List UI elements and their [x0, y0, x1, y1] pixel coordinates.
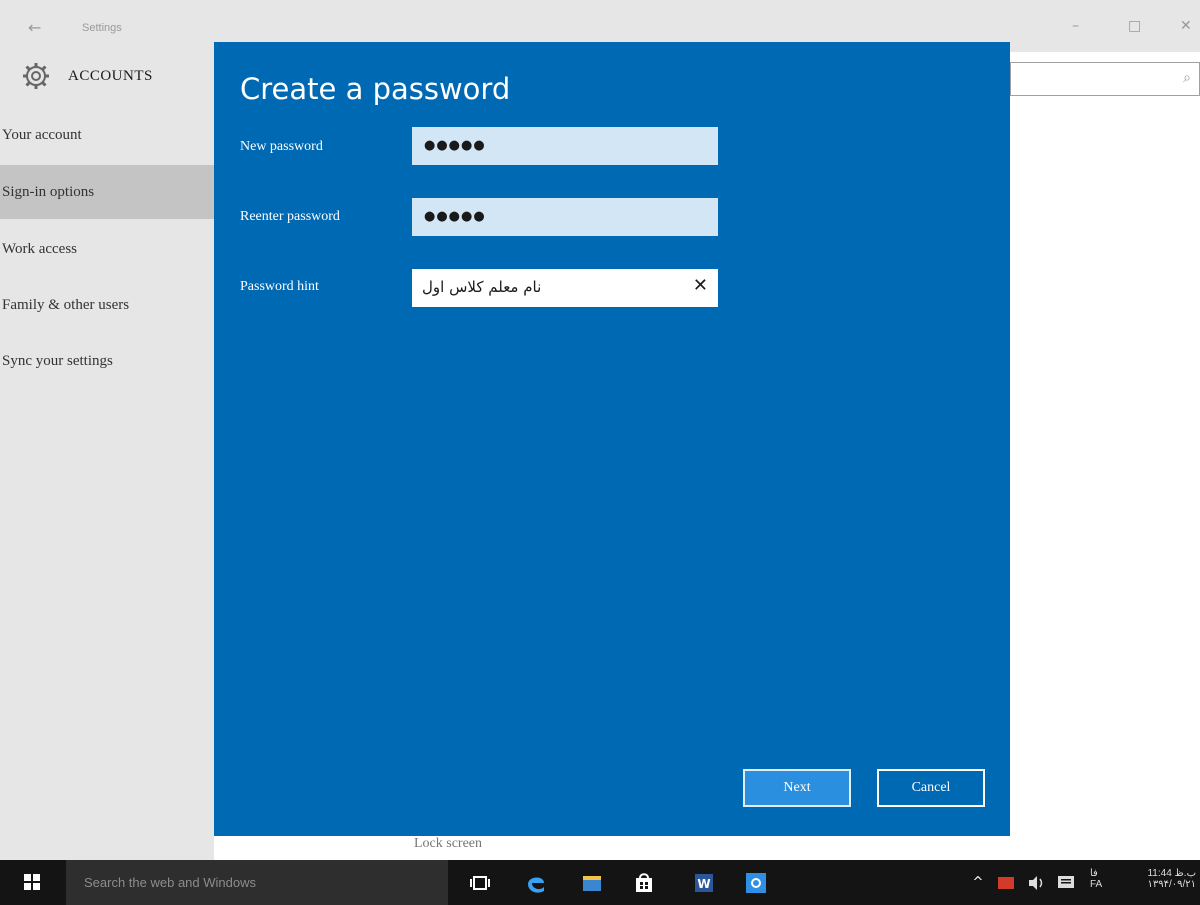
taskbar: Search the web and Windows W ^ فا FA 11:…: [0, 860, 1200, 905]
password-hint-field[interactable]: نام معلم کلاس اول ✕: [412, 269, 718, 307]
lock-screen-label: Lock screen: [414, 836, 483, 851]
new-password-label: New password: [240, 139, 323, 154]
file-explorer-icon[interactable]: [580, 871, 604, 895]
clear-icon[interactable]: ✕: [693, 275, 708, 296]
taskbar-search-placeholder: Search the web and Windows: [84, 875, 256, 890]
sidebar-item-your-account[interactable]: Your account: [0, 108, 214, 162]
sidebar-item-sign-in-options[interactable]: Sign-in options: [0, 165, 214, 219]
password-hint-value: نام معلم کلاس اول: [422, 278, 542, 296]
maximize-button[interactable]: □: [1128, 18, 1141, 34]
svg-text:W: W: [697, 877, 710, 891]
store-icon[interactable]: [632, 871, 656, 895]
search-icon: ⌕: [1183, 70, 1191, 86]
action-center-icon[interactable]: [1054, 871, 1078, 895]
reenter-password-label: Reenter password: [240, 209, 340, 224]
language-indicator[interactable]: فا FA: [1090, 868, 1102, 890]
window-title: Settings: [82, 22, 122, 34]
sidebar-header: ACCOUNTS: [0, 52, 214, 106]
gear-icon: [23, 63, 49, 89]
password-hint-label: Password hint: [240, 279, 319, 294]
windows-start-icon[interactable]: [24, 874, 40, 890]
edge-browser-icon[interactable]: [524, 871, 548, 895]
settings-search-input[interactable]: ⌕: [1010, 62, 1200, 96]
next-button[interactable]: Next: [743, 769, 851, 807]
chevron-up-icon[interactable]: ^: [966, 871, 990, 895]
clock[interactable]: 11:44 ب.ظ ۱۳۹۴/۰۹/۲۱: [1130, 868, 1196, 890]
app-tray-icon[interactable]: [994, 871, 1018, 895]
settings-app-icon[interactable]: [744, 871, 768, 895]
sidebar-item-work-access[interactable]: Work access: [0, 222, 214, 276]
volume-icon[interactable]: [1024, 871, 1048, 895]
minimize-button[interactable]: –: [1072, 18, 1079, 34]
reenter-password-value: ●●●●●: [424, 209, 486, 224]
create-password-dialog: Create a password New password ●●●●● Ree…: [214, 42, 1010, 836]
language-indicator-top: فا: [1090, 868, 1098, 879]
back-button[interactable]: ←: [28, 18, 41, 37]
sidebar-item-family-other-users[interactable]: Family & other users: [0, 278, 214, 332]
language-indicator-bottom: FA: [1090, 879, 1103, 890]
close-button[interactable]: ✕: [1180, 18, 1192, 34]
sidebar-item-sync-settings[interactable]: Sync your settings: [0, 334, 214, 388]
task-view-icon[interactable]: [468, 871, 492, 895]
new-password-field[interactable]: ●●●●●: [412, 127, 718, 165]
clock-date: ۱۳۹۴/۰۹/۲۱: [1147, 879, 1196, 890]
cancel-button[interactable]: Cancel: [877, 769, 985, 807]
clock-time: 11:44 ب.ظ: [1147, 868, 1196, 879]
new-password-value: ●●●●●: [424, 138, 486, 153]
dialog-title: Create a password: [240, 72, 511, 106]
sidebar: ACCOUNTS Your account Sign-in options Wo…: [0, 52, 214, 860]
word-icon[interactable]: W: [692, 871, 716, 895]
section-title: ACCOUNTS: [68, 68, 153, 84]
taskbar-search-box[interactable]: Search the web and Windows: [66, 860, 448, 905]
reenter-password-field[interactable]: ●●●●●: [412, 198, 718, 236]
